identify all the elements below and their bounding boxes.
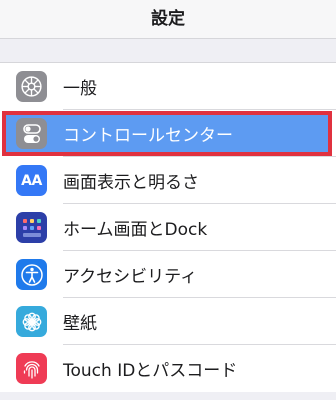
navigation-bar: 設定 [0, 0, 336, 39]
toggles-icon [16, 118, 47, 149]
settings-row-accessibility[interactable]: アクセシビリティ [0, 251, 336, 298]
settings-row-touch-id[interactable]: Touch IDとパスコード [0, 345, 336, 392]
settings-row-label: ホーム画面とDock [63, 220, 208, 240]
aa-text-icon: AA [16, 165, 47, 196]
settings-row-display[interactable]: AA 画面表示と明るさ [0, 157, 336, 204]
gear-icon [16, 71, 47, 102]
flower-icon [16, 306, 47, 337]
settings-row-wallpaper[interactable]: 壁紙 [0, 298, 336, 345]
section-spacer [0, 39, 336, 63]
settings-row-control-center[interactable]: コントロールセンター [0, 110, 336, 157]
settings-row-label: コントロールセンター [63, 126, 233, 146]
settings-row-label: 画面表示と明るさ [63, 173, 199, 193]
settings-row-label: 壁紙 [63, 314, 97, 334]
settings-row-general[interactable]: 一般 [0, 63, 336, 110]
settings-row-label: Touch IDとパスコード [63, 361, 238, 381]
settings-row-label: 一般 [63, 79, 97, 99]
settings-row-label: アクセシビリティ [63, 267, 198, 287]
page-title: 設定 [151, 9, 185, 29]
settings-list: 一般 コントロールセンター AA 画面表示と明るさ ホーム画面とDock アクセ… [0, 63, 336, 392]
fingerprint-icon [16, 353, 47, 384]
settings-row-home-screen[interactable]: ホーム画面とDock [0, 204, 336, 251]
app-grid-icon [16, 212, 47, 243]
accessibility-person-icon [16, 259, 47, 290]
